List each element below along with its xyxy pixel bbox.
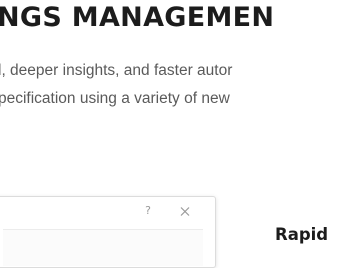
intro-text-line-2: pecification using a variety of new xyxy=(0,90,230,107)
dialog-content xyxy=(3,229,203,266)
page-headline: NGS MANAGEMEN xyxy=(0,2,275,33)
intro-text-line-1: l, deeper insights, and faster autor xyxy=(0,62,233,79)
section-title: Rapid xyxy=(275,225,329,244)
help-button[interactable]: ? xyxy=(141,203,155,219)
dialog-window: ? xyxy=(0,196,216,268)
close-icon[interactable] xyxy=(178,203,192,219)
